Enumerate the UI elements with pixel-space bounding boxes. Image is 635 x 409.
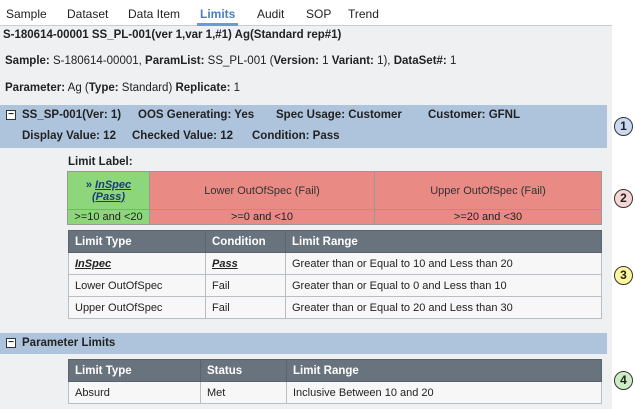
param-status-cell: Met xyxy=(200,381,287,404)
collapse-parameter-limits-icon[interactable]: − xyxy=(6,338,16,348)
spec-header-band: − SS_SP-001(Ver: 1) OOS Generating: Yes … xyxy=(0,105,607,148)
limit-label-title: Limit Label: xyxy=(68,156,133,168)
parameter-limits-header-row: Limit Type Status Limit Range xyxy=(68,359,602,382)
tab-limits[interactable]: Limits xyxy=(196,7,239,26)
param-col-limit-range: Limit Range xyxy=(286,359,602,382)
inspec-cell: » InSpec (Pass) xyxy=(67,171,150,210)
callout-4: 4 xyxy=(614,371,633,390)
tab-audit[interactable]: Audit xyxy=(257,7,284,21)
sample-label: Sample: xyxy=(5,55,50,67)
tab-dataset[interactable]: Dataset xyxy=(67,7,108,21)
limit-range-cell: Greater than or Equal to 20 and Less tha… xyxy=(285,296,602,319)
spec-display-value: Display Value: 12 xyxy=(22,130,116,142)
tab-data-item[interactable]: Data Item xyxy=(128,7,180,21)
version-value: 1 xyxy=(318,55,332,67)
param-limit-range-cell: Inclusive Between 10 and 20 xyxy=(286,381,602,404)
version-label: Version: xyxy=(273,55,319,67)
tab-sop[interactable]: SOP xyxy=(306,7,331,21)
type-label: Type: xyxy=(88,82,119,94)
table-row: Upper OutOfSpec Fail Greater than or Equ… xyxy=(68,296,602,319)
inspec-range-cell: >=10 and <20 xyxy=(67,209,150,225)
limit-type-cell[interactable]: InSpec xyxy=(68,252,206,275)
condition-cell: Fail xyxy=(205,274,286,297)
limit-type-cell: Upper OutOfSpec xyxy=(68,296,206,319)
callout-2: 2 xyxy=(614,189,633,208)
parameter-limits-table: Limit Type Status Limit Range Absurd Met… xyxy=(68,359,602,404)
limit-type-cell: Lower OutOfSpec xyxy=(68,274,206,297)
spec-usage: Spec Usage: Customer xyxy=(276,109,402,121)
limit-range-cell: Greater than or Equal to 10 and Less tha… xyxy=(285,252,602,275)
limits-table: Limit Type Condition Limit Range InSpec … xyxy=(68,230,602,319)
variant-value: 1), xyxy=(373,55,394,67)
table-row: Lower OutOfSpec Fail Greater than or Equ… xyxy=(68,274,602,297)
limits-col-condition: Condition xyxy=(205,230,286,253)
dataset-label: DataSet#: xyxy=(393,55,447,67)
lower-range-cell: >=0 and <10 xyxy=(149,209,375,225)
upper-range-cell: >=20 and <30 xyxy=(374,209,602,225)
sample-info-line: Sample: S-180614-00001, ParamList: SS_PL… xyxy=(5,55,456,67)
condition-cell: Fail xyxy=(205,296,286,319)
parameter-limits-band: − Parameter Limits xyxy=(0,333,607,354)
param-limit-type-cell: Absurd xyxy=(68,381,201,404)
limit-range-cell: Greater than or Equal to 0 and Less than… xyxy=(285,274,602,297)
spec-customer: Customer: GFNL xyxy=(428,109,520,121)
spec-name: SS_SP-001(Ver: 1) xyxy=(22,109,122,121)
inspec-link[interactable]: InSpec xyxy=(95,179,131,191)
dataset-value: 1 xyxy=(446,55,457,67)
parameter-limits-title: Parameter Limits xyxy=(22,337,116,349)
page-title: S-180614-00001 SS_PL-001(ver 1,var 1,#1)… xyxy=(3,29,342,41)
table-row: InSpec Pass Greater than or Equal to 10 … xyxy=(68,252,602,275)
inspec-pass-link[interactable]: (Pass) xyxy=(92,191,125,203)
condition-cell[interactable]: Pass xyxy=(205,252,286,275)
param-col-limit-type: Limit Type xyxy=(68,359,201,382)
lower-oos-cell: Lower OutOfSpec (Fail) xyxy=(149,171,375,210)
upper-oos-cell: Upper OutOfSpec (Fail) xyxy=(374,171,602,210)
replicate-value: 1 xyxy=(230,82,241,94)
paramlist-label: ParamList: xyxy=(145,55,205,67)
tab-sample[interactable]: Sample xyxy=(6,7,47,21)
param-col-status: Status xyxy=(200,359,287,382)
parameter-value: Ag ( xyxy=(65,82,89,94)
callout-1: 1 xyxy=(614,117,633,136)
callout-3: 3 xyxy=(614,266,633,285)
tab-bar: Sample Dataset Data Item Limits Audit SO… xyxy=(0,0,612,26)
spec-condition: Condition: Pass xyxy=(252,130,340,142)
parameter-label: Parameter: xyxy=(5,82,66,94)
table-row: Absurd Met Inclusive Between 10 and 20 xyxy=(68,381,602,404)
sample-value: S-180614-00001, xyxy=(49,55,146,67)
limits-table-header-row: Limit Type Condition Limit Range xyxy=(68,230,602,253)
spec-checked-value: Checked Value: 12 xyxy=(132,130,233,142)
limit-label-table: » InSpec (Pass) Lower OutOfSpec (Fail) U… xyxy=(67,171,602,225)
limits-col-limit-range: Limit Range xyxy=(285,230,602,253)
paramlist-value: SS_PL-001 ( xyxy=(204,55,274,67)
tab-trend[interactable]: Trend xyxy=(348,7,379,21)
limits-col-limit-type: Limit Type xyxy=(68,230,206,253)
spec-oos-generating: OOS Generating: Yes xyxy=(138,109,255,121)
type-value: Standard) xyxy=(118,82,176,94)
collapse-spec-icon[interactable]: − xyxy=(6,110,16,120)
replicate-label: Replicate: xyxy=(175,82,231,94)
variant-label: Variant: xyxy=(331,55,374,67)
parameter-info-line: Parameter: Ag (Type: Standard) Replicate… xyxy=(5,82,240,94)
arrow-icon: » xyxy=(85,178,92,191)
